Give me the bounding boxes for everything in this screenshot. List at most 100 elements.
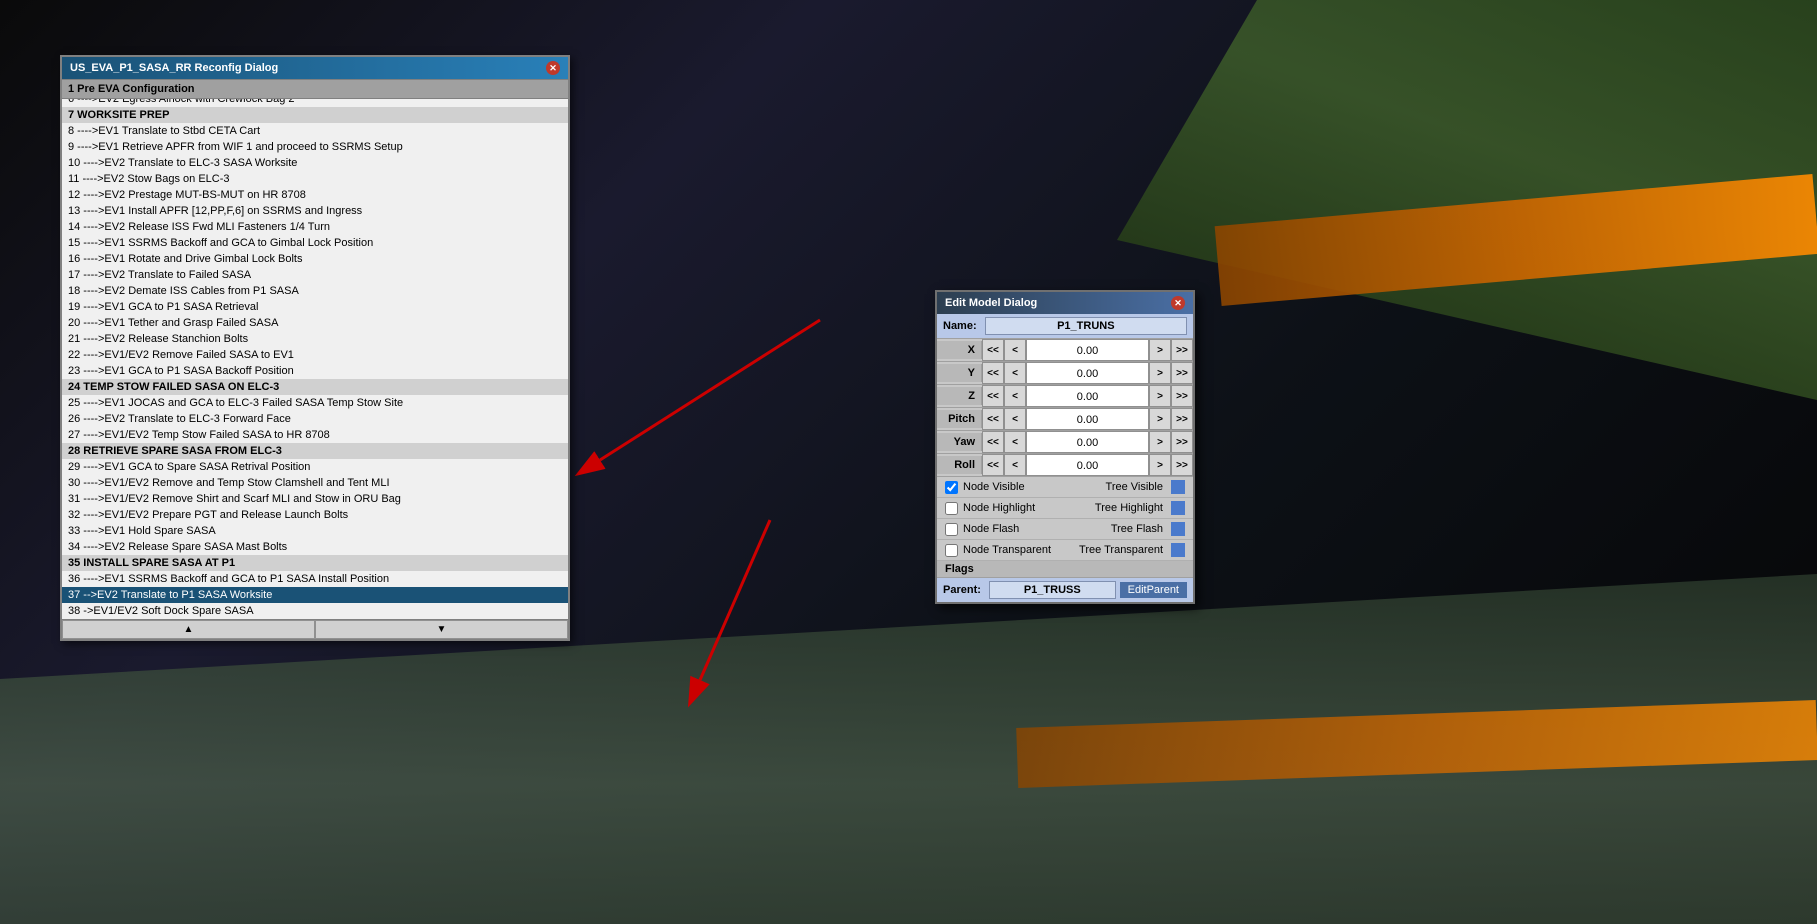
y-right-button[interactable]: > <box>1149 362 1171 384</box>
list-item[interactable]: 18 ---->EV2 Demate ISS Cables from P1 SA… <box>62 283 568 299</box>
list-item[interactable]: 35 INSTALL SPARE SASA AT P1 <box>62 555 568 571</box>
y-value[interactable]: 0.00 <box>1026 362 1149 384</box>
list-item[interactable]: 24 TEMP STOW FAILED SASA ON ELC-3 <box>62 379 568 395</box>
x-value[interactable]: 0.00 <box>1026 339 1149 361</box>
list-item[interactable]: 26 ---->EV2 Translate to ELC-3 Forward F… <box>62 411 568 427</box>
pitch-double-left-button[interactable]: << <box>982 408 1004 430</box>
list-item[interactable]: 28 RETRIEVE SPARE SASA FROM ELC-3 <box>62 443 568 459</box>
y-row: Y << < 0.00 > >> <box>937 362 1193 385</box>
pitch-right-button[interactable]: > <box>1149 408 1171 430</box>
yaw-row: Yaw << < 0.00 > >> <box>937 431 1193 454</box>
list-item[interactable]: 31 ---->EV1/EV2 Remove Shirt and Scarf M… <box>62 491 568 507</box>
pitch-value[interactable]: 0.00 <box>1026 408 1149 430</box>
list-item[interactable]: 32 ---->EV1/EV2 Prepare PGT and Release … <box>62 507 568 523</box>
list-item[interactable]: 29 ---->EV1 GCA to Spare SASA Retrival P… <box>62 459 568 475</box>
yaw-left-button[interactable]: < <box>1004 431 1026 453</box>
flags-bar: Flags <box>937 561 1193 578</box>
list-item[interactable]: 17 ---->EV2 Translate to Failed SASA <box>62 267 568 283</box>
list-item[interactable]: 21 ---->EV2 Release Stanchion Bolts <box>62 331 568 347</box>
pitch-row: Pitch << < 0.00 > >> <box>937 408 1193 431</box>
list-item[interactable]: 13 ---->EV1 Install APFR [12,PP,F,6] on … <box>62 203 568 219</box>
list-item[interactable]: 16 ---->EV1 Rotate and Drive Gimbal Lock… <box>62 251 568 267</box>
yaw-double-left-button[interactable]: << <box>982 431 1004 453</box>
x-right-button[interactable]: > <box>1149 339 1171 361</box>
tree-visible-label: Tree Visible <box>1106 481 1163 493</box>
z-left-button[interactable]: < <box>1004 385 1026 407</box>
list-item[interactable]: 30 ---->EV1/EV2 Remove and Temp Stow Cla… <box>62 475 568 491</box>
y-double-right-button[interactable]: >> <box>1171 362 1193 384</box>
edit-model-close-button[interactable]: ✕ <box>1171 296 1185 310</box>
list-item[interactable]: 9 ---->EV1 Retrieve APFR from WIF 1 and … <box>62 139 568 155</box>
list-item[interactable]: 34 ---->EV2 Release Spare SASA Mast Bolt… <box>62 539 568 555</box>
y-left-button[interactable]: < <box>1004 362 1026 384</box>
parent-value[interactable]: P1_TRUSS <box>989 581 1116 599</box>
pitch-left-button[interactable]: < <box>1004 408 1026 430</box>
eva-footer: ▲ ▼ <box>62 619 568 639</box>
y-label: Y <box>937 364 982 382</box>
node-transparent-row: Node Transparent Tree Transparent <box>937 540 1193 561</box>
roll-value[interactable]: 0.00 <box>1026 454 1149 476</box>
edit-parent-button[interactable]: EditParent <box>1120 582 1187 598</box>
node-highlight-label: Node Highlight <box>963 502 1035 514</box>
list-item[interactable]: 7 WORKSITE PREP <box>62 107 568 123</box>
roll-right-button[interactable]: > <box>1149 454 1171 476</box>
node-visible-label: Node Visible <box>963 481 1025 493</box>
list-item[interactable]: 22 ---->EV1/EV2 Remove Failed SASA to EV… <box>62 347 568 363</box>
list-item[interactable]: 36 ---->EV1 SSRMS Backoff and GCA to P1 … <box>62 571 568 587</box>
name-label: Name: <box>943 320 977 332</box>
list-item[interactable]: 10 ---->EV2 Translate to ELC-3 SASA Work… <box>62 155 568 171</box>
list-item[interactable]: 33 ---->EV1 Hold Spare SASA <box>62 523 568 539</box>
list-item[interactable]: 20 ---->EV1 Tether and Grasp Failed SASA <box>62 315 568 331</box>
edit-model-title-bar[interactable]: Edit Model Dialog ✕ <box>937 292 1193 314</box>
list-item[interactable]: 23 ---->EV1 GCA to P1 SASA Backoff Posit… <box>62 363 568 379</box>
yaw-double-right-button[interactable]: >> <box>1171 431 1193 453</box>
eva-scroll-up[interactable]: ▲ <box>62 620 315 639</box>
eva-title-bar[interactable]: US_EVA_P1_SASA_RR Reconfig Dialog ✕ <box>62 57 568 79</box>
list-item[interactable]: 38 ->EV1/EV2 Soft Dock Spare SASA <box>62 603 568 619</box>
list-item[interactable]: 27 ---->EV1/EV2 Temp Stow Failed SASA to… <box>62 427 568 443</box>
list-item[interactable]: 25 ---->EV1 JOCAS and GCA to ELC-3 Faile… <box>62 395 568 411</box>
node-transparent-label: Node Transparent <box>963 544 1051 556</box>
list-item[interactable]: 6 ---->EV2 Egress Airlock with Crewlock … <box>62 99 568 107</box>
pitch-label: Pitch <box>937 410 982 428</box>
z-value[interactable]: 0.00 <box>1026 385 1149 407</box>
node-flash-checkbox[interactable] <box>945 523 958 536</box>
x-double-right-button[interactable]: >> <box>1171 339 1193 361</box>
roll-double-right-button[interactable]: >> <box>1171 454 1193 476</box>
list-item[interactable]: 37 -->EV2 Translate to P1 SASA Worksite <box>62 587 568 603</box>
name-value[interactable]: P1_TRUNS <box>985 317 1187 335</box>
tree-flash-icon[interactable] <box>1171 522 1185 536</box>
list-item[interactable]: 8 ---->EV1 Translate to Stbd CETA Cart <box>62 123 568 139</box>
yaw-right-button[interactable]: > <box>1149 431 1171 453</box>
name-row: Name: P1_TRUNS <box>937 314 1193 339</box>
eva-list[interactable]: 3 EGRESS4 ---->EV1 Egress Airlock5 ---->… <box>62 99 568 619</box>
yaw-value[interactable]: 0.00 <box>1026 431 1149 453</box>
roll-double-left-button[interactable]: << <box>982 454 1004 476</box>
tree-transparent-icon[interactable] <box>1171 543 1185 557</box>
z-right-button[interactable]: > <box>1149 385 1171 407</box>
z-double-right-button[interactable]: >> <box>1171 385 1193 407</box>
tree-highlight-icon[interactable] <box>1171 501 1185 515</box>
list-item[interactable]: 11 ---->EV2 Stow Bags on ELC-3 <box>62 171 568 187</box>
parent-row: Parent: P1_TRUSS EditParent <box>937 578 1193 602</box>
pitch-double-right-button[interactable]: >> <box>1171 408 1193 430</box>
edit-model-dialog: Edit Model Dialog ✕ Name: P1_TRUNS X << … <box>935 290 1195 604</box>
z-row: Z << < 0.00 > >> <box>937 385 1193 408</box>
roll-label: Roll <box>937 456 982 474</box>
x-double-left-button[interactable]: << <box>982 339 1004 361</box>
list-item[interactable]: 14 ---->EV2 Release ISS Fwd MLI Fastener… <box>62 219 568 235</box>
z-double-left-button[interactable]: << <box>982 385 1004 407</box>
y-double-left-button[interactable]: << <box>982 362 1004 384</box>
list-item[interactable]: 12 ---->EV2 Prestage MUT-BS-MUT on HR 87… <box>62 187 568 203</box>
node-transparent-checkbox[interactable] <box>945 544 958 557</box>
eva-close-button[interactable]: ✕ <box>546 61 560 75</box>
eva-scroll-down[interactable]: ▼ <box>315 620 568 639</box>
list-item[interactable]: 19 ---->EV1 GCA to P1 SASA Retrieval <box>62 299 568 315</box>
node-visible-checkbox[interactable] <box>945 481 958 494</box>
x-left-button[interactable]: < <box>1004 339 1026 361</box>
list-item[interactable]: 15 ---->EV1 SSRMS Backoff and GCA to Gim… <box>62 235 568 251</box>
roll-left-button[interactable]: < <box>1004 454 1026 476</box>
node-highlight-checkbox[interactable] <box>945 502 958 515</box>
x-row: X << < 0.00 > >> <box>937 339 1193 362</box>
tree-visible-icon[interactable] <box>1171 480 1185 494</box>
